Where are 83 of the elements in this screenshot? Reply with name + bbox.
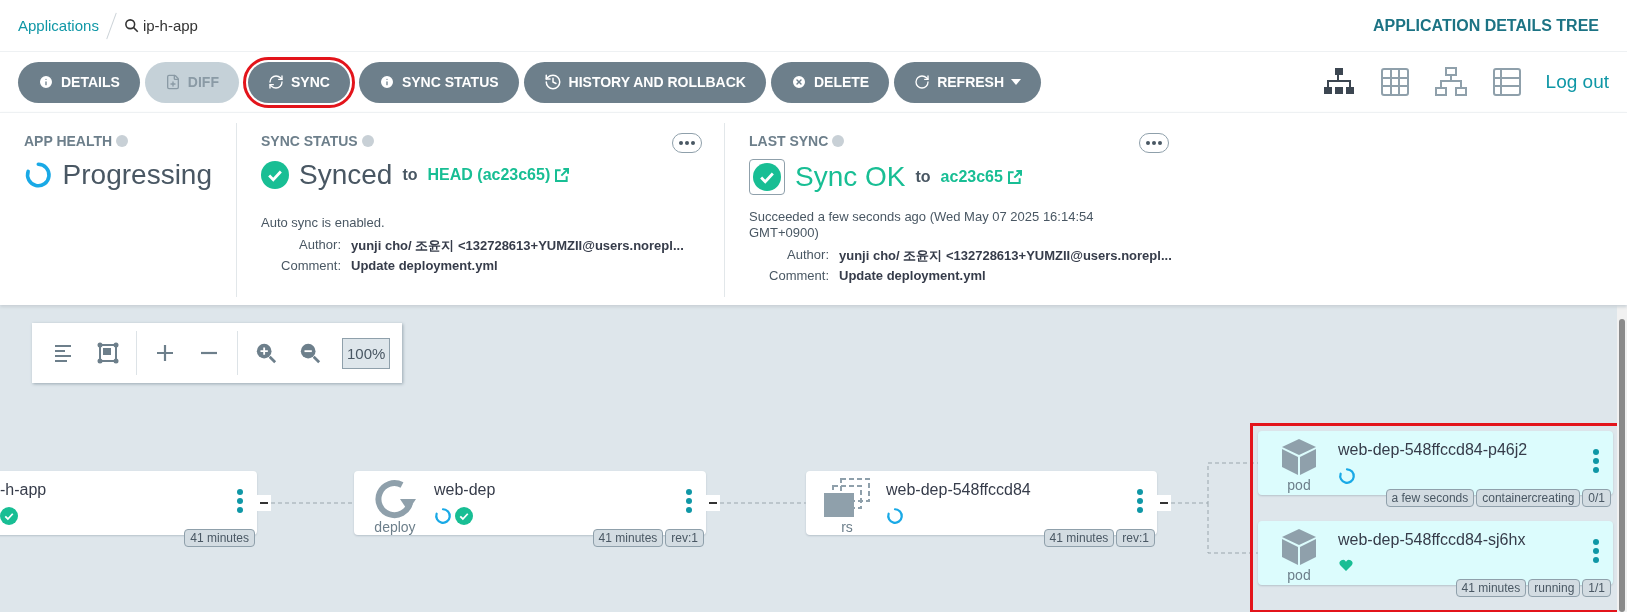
- collapse-toggle[interactable]: [257, 495, 271, 511]
- network-view-icon[interactable]: [1433, 67, 1468, 97]
- progress-spinner-icon: [24, 160, 53, 190]
- action-button[interactable]: SYNC STATUS: [358, 61, 519, 103]
- info-tag: rev:1: [665, 529, 704, 547]
- info-icon: [378, 74, 395, 90]
- status-note: Auto sync is enabled.: [261, 215, 386, 231]
- resource-name: web-dep-548ffccd84: [886, 481, 1031, 499]
- close-circle-icon: [790, 74, 807, 90]
- file-plus-icon: [164, 74, 181, 90]
- collapse-toggle[interactable]: [706, 495, 720, 511]
- cube-icon: [1279, 437, 1319, 477]
- fit-icon: [97, 342, 119, 364]
- history-icon: [543, 73, 562, 91]
- kebab-menu-icon[interactable]: [237, 489, 243, 513]
- resource-name: web-dep-548ffccd84-p46j2: [1338, 441, 1528, 459]
- info-tag: 41 minutes: [184, 529, 255, 547]
- info-tag: running: [1528, 579, 1581, 597]
- to-label: to: [915, 168, 931, 186]
- kebab-menu-icon[interactable]: [1137, 489, 1143, 513]
- info-tag: a few seconds: [1385, 489, 1475, 507]
- status-text: Synced: [299, 159, 393, 191]
- external-link-icon: [1006, 169, 1023, 185]
- zoom-out-icon: [299, 342, 321, 364]
- action-button[interactable]: DETAILS: [18, 61, 140, 103]
- more-button[interactable]: [1139, 133, 1169, 153]
- info-tag: 1/1: [1582, 579, 1611, 597]
- breadcrumb-link[interactable]: Applications: [18, 17, 99, 34]
- status-note: Succeeded a few seconds ago (Wed May 07 2025 16:14:54 GMT+0900): [749, 209, 1095, 241]
- info-tag: 41 minutes: [1043, 529, 1115, 547]
- scrollbar[interactable]: [1617, 305, 1627, 612]
- tree-view-icon[interactable]: [1321, 67, 1356, 97]
- kind-label: rs: [841, 519, 853, 535]
- cube-icon: [1279, 527, 1319, 567]
- action-button[interactable]: REFRESH: [894, 61, 1042, 103]
- info-tag: containercreating: [1476, 489, 1581, 507]
- zoom-in-icon: [255, 342, 277, 364]
- action-button[interactable]: HISTORY AND ROLLBACK: [523, 61, 766, 103]
- logout-link[interactable]: Log out: [1545, 71, 1609, 93]
- kind-label: pod: [1287, 477, 1311, 493]
- kebab-menu-icon[interactable]: [686, 489, 692, 513]
- breadcrumb-current: ip-h-app: [123, 17, 198, 34]
- resource-name: web-dep-548ffccd84-sj6hx: [1338, 531, 1526, 549]
- author-label: Author:: [298, 237, 341, 254]
- collapse-toggle[interactable]: [1157, 495, 1171, 511]
- status-text: Sync OK: [795, 161, 906, 193]
- kind-label: pod: [1287, 567, 1311, 583]
- info-tag: rev:1: [1116, 529, 1155, 547]
- page-title: APPLICATION DETAILS TREE: [1372, 16, 1599, 35]
- comment-label: Comment:: [280, 258, 341, 273]
- revision-link[interactable]: ac23c65: [940, 168, 1023, 186]
- check-circle-icon: [261, 161, 289, 189]
- info-tag: 41 minutes: [1455, 579, 1527, 597]
- minus-icon: [200, 351, 218, 355]
- status-text: Progressing: [62, 159, 212, 191]
- revision-link[interactable]: HEAD (ac23c65): [427, 166, 571, 184]
- zoom-level: 100%: [342, 337, 391, 369]
- comment-label: Comment:: [768, 268, 829, 283]
- info-tag: 0/1: [1582, 489, 1611, 507]
- action-button[interactable]: DELETE: [770, 61, 890, 103]
- stacked-boxes-icon: [821, 477, 873, 519]
- resource-name: web-dep: [434, 481, 496, 499]
- refresh-icon: [914, 74, 931, 90]
- more-button[interactable]: [672, 133, 702, 153]
- kind-label: deploy: [374, 519, 416, 535]
- info-icon: [38, 74, 54, 90]
- author-label: Author:: [786, 247, 829, 264]
- search-icon: [123, 18, 139, 33]
- rotate-arrow-icon: [372, 477, 418, 519]
- kebab-menu-icon[interactable]: [1593, 449, 1599, 473]
- align-icon: [54, 344, 74, 362]
- comment-value: Update deployment.yml: [351, 258, 499, 273]
- section-title: APP HEALTH: [24, 133, 212, 149]
- kebab-menu-icon[interactable]: [1593, 539, 1599, 563]
- author-value: yunji cho/ 조윤지 <132728613+YUMZII@users.norepl...: [839, 247, 1172, 265]
- external-link-icon: [554, 167, 571, 183]
- sync-icon: [267, 74, 284, 90]
- plus-icon: [156, 344, 174, 362]
- to-label: to: [402, 166, 418, 184]
- resource-name: -h-app: [0, 481, 47, 499]
- info-tag: 41 minutes: [592, 529, 664, 547]
- author-value: yunji cho/ 조윤지 <132728613+YUMZII@users.norepl...: [351, 237, 685, 255]
- comment-value: Update deployment.yml: [839, 268, 987, 283]
